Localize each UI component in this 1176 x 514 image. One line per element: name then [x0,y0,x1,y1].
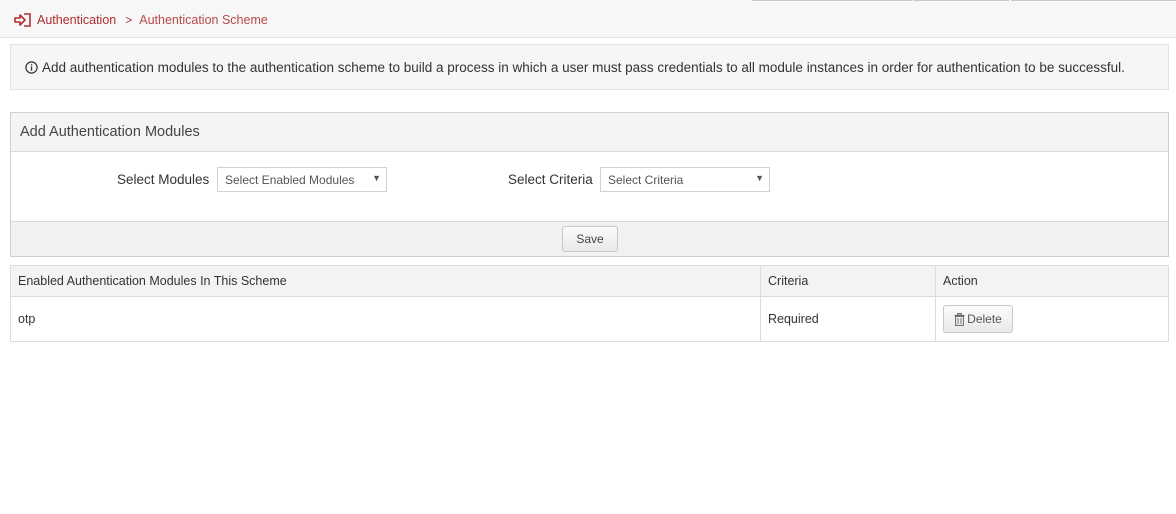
delete-button-label: Delete [967,312,1002,326]
panel-footer: Save [11,221,1168,256]
add-modules-panel: Add Authentication Modules Select Module… [10,112,1169,257]
top-edge-1 [752,0,912,1]
caret-down-icon: ▼ [372,173,381,183]
caret-down-icon: ▼ [755,173,764,183]
info-banner: Add authentication modules to the authen… [10,44,1169,90]
row-criteria: Required [768,312,819,326]
modules-table: Enabled Authentication Modules In This S… [10,265,1169,342]
delete-button[interactable]: Delete [943,305,1013,333]
breadcrumb: Authentication > Authentication Scheme [14,11,268,29]
panel-body: Select Modules Select Enabled Modules ▼ … [11,152,1168,221]
row-module: otp [18,312,36,326]
header-module: Enabled Authentication Modules In This S… [18,274,287,288]
info-banner-text: Add authentication modules to the authen… [42,59,1125,75]
breadcrumb-authentication-link[interactable]: Authentication [37,13,116,27]
select-modules-label: Select Modules [117,172,210,187]
save-button[interactable]: Save [562,226,618,252]
sign-in-icon [14,12,32,28]
header-criteria: Criteria [768,274,809,288]
header-action: Action [943,274,978,288]
top-edge-2 [913,0,1009,1]
panel-title: Add Authentication Modules [11,113,1168,152]
column-divider [760,266,761,341]
breadcrumb-separator: > [125,13,133,27]
select-modules-dropdown[interactable]: Select Enabled Modules ▼ [217,167,387,192]
select-criteria-value: Select Criteria [608,172,684,187]
row-action-cell: Delete [936,297,1168,341]
select-criteria-label: Select Criteria [508,172,593,187]
info-circle-icon [25,60,38,74]
select-modules-value: Select Enabled Modules [225,172,355,187]
trash-icon [954,312,965,326]
column-divider [935,266,936,341]
breadcrumb-current: Authentication Scheme [139,13,268,27]
table-row: otp Required Delete [11,297,1168,341]
select-criteria-dropdown[interactable]: Select Criteria ▼ [600,167,770,192]
top-bar: Authentication > Authentication Scheme [0,0,1176,38]
top-edge-3 [1011,0,1176,1]
table-header: Enabled Authentication Modules In This S… [11,266,1168,297]
